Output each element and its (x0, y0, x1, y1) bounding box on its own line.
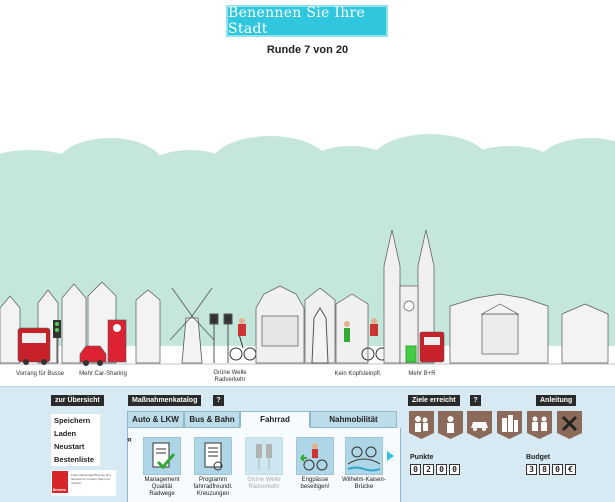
person-goal-icon (438, 411, 463, 439)
points-digit: 2 (423, 464, 434, 475)
tab-fahrrad[interactable]: Fahrrad (240, 411, 310, 428)
logo-word: Bremen (53, 488, 67, 492)
budget-digit: 3 (526, 464, 537, 475)
catalog-next-icon[interactable] (387, 451, 394, 461)
caption-car-sharing: Mehr Car-Sharing (79, 371, 127, 377)
checklist-check-icon (143, 437, 181, 475)
tab-auto-lkw[interactable]: Auto & LKW (127, 411, 184, 428)
measure-label: Grüne Welle Radverkehr (247, 477, 281, 490)
budget-label: Budget (526, 454, 551, 461)
bike-rack-icon (405, 345, 417, 363)
traffic-lights-icon (245, 437, 283, 475)
logo-text: Freie Hansestadt Bremen Der Senator für … (71, 473, 111, 485)
caption-green-wave: Grüne Welle Radverkehr (213, 370, 247, 383)
measure-item[interactable]: Management Qualität Radwege (139, 437, 185, 498)
points-label: Punkte (410, 454, 434, 461)
restart-menu-item[interactable]: Neustart (51, 440, 100, 453)
theater-icon (449, 293, 549, 364)
pedestrian-icon (344, 321, 350, 342)
bremen-logo: Bremen Freie Hansestadt Bremen Der Senat… (51, 470, 116, 496)
measure-label: Management Qualität Radwege (144, 477, 180, 497)
measure-item[interactable]: Programm fahrradfreundl. Kreuzungen (190, 437, 236, 498)
bus-icon (17, 327, 51, 365)
notebook-icon (194, 437, 232, 475)
points-digit: 0 (449, 464, 460, 475)
caption-no-cobble: Kein Kopfsteinpfl. (335, 371, 382, 377)
people-goal-icon (527, 411, 552, 439)
points-digit: 0 (410, 464, 421, 475)
cross-goal-icon (557, 411, 582, 439)
caption-park-ride: Mehr B+R (408, 371, 436, 377)
family-goal-icon (409, 411, 434, 439)
catalog-title: Maßnahmenkatalog (128, 395, 202, 406)
goals-help-button[interactable]: ? (470, 395, 481, 406)
measure-item[interactable]: Wilhelm-Kaisen-Brücke (341, 437, 387, 491)
main-menu: Speichern Laden Neustart Bestenliste (51, 414, 100, 466)
measure-item[interactable]: Engpässe beseitigen! (292, 437, 338, 491)
catalog-prev-icon[interactable]: « (127, 434, 132, 444)
goals-title: Ziele erreicht (408, 395, 460, 406)
bridge-bike-icon (345, 437, 383, 475)
load-menu-item[interactable]: Laden (51, 427, 100, 440)
points-counter: 0 2 0 0 (410, 464, 460, 475)
car-goal-icon (467, 411, 492, 439)
round-indicator: Runde 7 von 20 (266, 44, 349, 56)
overview-button[interactable]: zur Übersicht (51, 395, 104, 406)
phone-booth-icon (107, 319, 127, 363)
city-goal-icon (497, 411, 522, 439)
town-hall-icon (255, 285, 369, 364)
leaderboard-menu-item[interactable]: Bestenliste (51, 453, 100, 466)
caption-bus: Vorrang für Busse (16, 371, 65, 377)
city-name-button[interactable]: Benennen Sie Ihre Stadt (226, 5, 388, 37)
budget-digit: 0 (552, 464, 563, 475)
points-digit: 0 (436, 464, 447, 475)
measure-label: Engpässe beseitigen! (300, 477, 330, 490)
catalog-help-button[interactable]: ? (213, 395, 224, 406)
cyclist-arrow-icon (296, 437, 334, 475)
budget-counter: 3 8 0 € (526, 464, 576, 475)
city-skyline-scene: Vorrang für Busse Mehr Car-Sharing Kein … (0, 134, 615, 388)
save-menu-item[interactable]: Speichern (51, 414, 100, 427)
tab-bus-bahn[interactable]: Bus & Bahn (184, 411, 240, 428)
tab-nahmobilitaet[interactable]: Nahmobilität (310, 411, 397, 428)
instructions-button[interactable]: Anleitung (536, 395, 577, 406)
tram-icon (419, 331, 445, 363)
measure-item[interactable]: Grüne Welle Radverkehr (241, 437, 287, 491)
budget-digit: 8 (539, 464, 550, 475)
measure-label: Wilhelm-Kaisen-Brücke (342, 477, 386, 490)
budget-digit: € (565, 464, 576, 475)
game-screen: Benennen Sie Ihre Stadt Runde 7 von 20 V… (0, 0, 615, 502)
measure-label: Programm fahrradfreundl. Kreuzungen (193, 477, 233, 497)
right-houses (561, 303, 609, 364)
